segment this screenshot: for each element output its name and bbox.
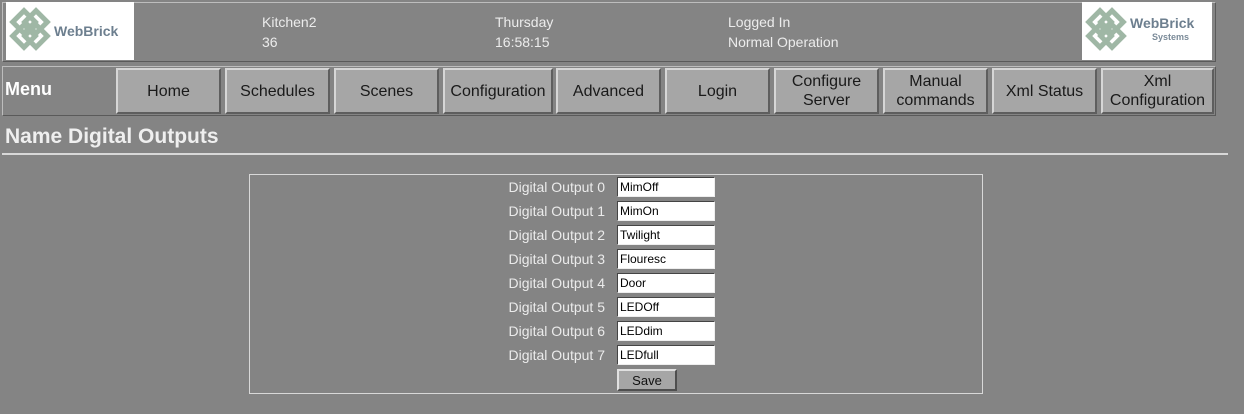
output-name-input-0[interactable] xyxy=(617,177,715,197)
logo-sub-text: Systems xyxy=(1152,32,1190,42)
menu-advanced-button[interactable]: Advanced xyxy=(556,68,661,114)
page-title: Name Digital Outputs xyxy=(5,125,219,148)
logo-brand-text: WebBrick xyxy=(54,23,119,39)
output-label-3: Digital Output 3 xyxy=(508,251,606,267)
title-divider xyxy=(2,153,1228,155)
menu-button-label: Login xyxy=(697,82,738,100)
output-name-input-6[interactable] xyxy=(617,321,715,341)
webbrick-systems-logo-right: WebBrick Systems xyxy=(1082,2,1212,60)
output-label-5: Digital Output 5 xyxy=(508,299,606,315)
output-label-1: Digital Output 1 xyxy=(508,203,606,219)
webbrick-logo-left: WebBrick xyxy=(6,2,134,60)
output-label-6: Digital Output 6 xyxy=(508,323,606,339)
header-bar xyxy=(2,2,1216,62)
current-day: Thursday xyxy=(495,14,554,30)
output-name-input-3[interactable] xyxy=(617,249,715,269)
menu-button-label: Schedules xyxy=(240,82,315,100)
menu-button-label: Configuration xyxy=(450,82,546,100)
output-name-input-5[interactable] xyxy=(617,297,715,317)
menu-button-label: Manual commands xyxy=(896,73,975,109)
save-button[interactable]: Save xyxy=(617,369,677,391)
menu-scenes-button[interactable]: Scenes xyxy=(334,68,439,114)
menu-configuration-button[interactable]: Configuration xyxy=(443,68,553,114)
menu-button-label: Home xyxy=(147,82,190,100)
logo-brand-text: WebBrick xyxy=(1130,15,1195,31)
menu-xml-status-button[interactable]: Xml Status xyxy=(992,68,1097,114)
output-label-4: Digital Output 4 xyxy=(508,275,606,291)
output-label-2: Digital Output 2 xyxy=(508,227,606,243)
output-label-0: Digital Output 0 xyxy=(508,179,606,195)
device-name: Kitchen2 xyxy=(262,14,317,30)
menu-xml-configuration-button[interactable]: Xml Configuration xyxy=(1101,68,1214,114)
menu-schedules-button[interactable]: Schedules xyxy=(225,68,330,114)
login-status: Logged In xyxy=(728,14,791,30)
webbrick-logo-icon xyxy=(1085,7,1127,51)
menu-label: Menu xyxy=(5,79,52,99)
menu-button-label: Advanced xyxy=(572,82,645,100)
output-label-7: Digital Output 7 xyxy=(508,347,606,363)
output-name-input-2[interactable] xyxy=(617,225,715,245)
output-name-input-7[interactable] xyxy=(617,345,715,365)
webbrick-logo-icon xyxy=(9,7,51,51)
menu-manual-commands-button[interactable]: Manual commands xyxy=(883,68,988,114)
menu-home-button[interactable]: Home xyxy=(116,68,221,114)
operation-status: Normal Operation xyxy=(728,34,839,50)
menu-button-label: Scenes xyxy=(359,82,414,100)
device-number: 36 xyxy=(262,34,278,50)
output-name-input-4[interactable] xyxy=(617,273,715,293)
menu-button-label: Xml Status xyxy=(1005,82,1084,100)
menu-configure-server-button[interactable]: Configure Server xyxy=(774,68,879,114)
menu-button-label: Xml Configuration xyxy=(1109,73,1206,109)
menu-button-label: Configure Server xyxy=(791,73,862,109)
menu-login-button[interactable]: Login xyxy=(665,68,770,114)
output-name-input-1[interactable] xyxy=(617,201,715,221)
current-time: 16:58:15 xyxy=(495,34,550,50)
